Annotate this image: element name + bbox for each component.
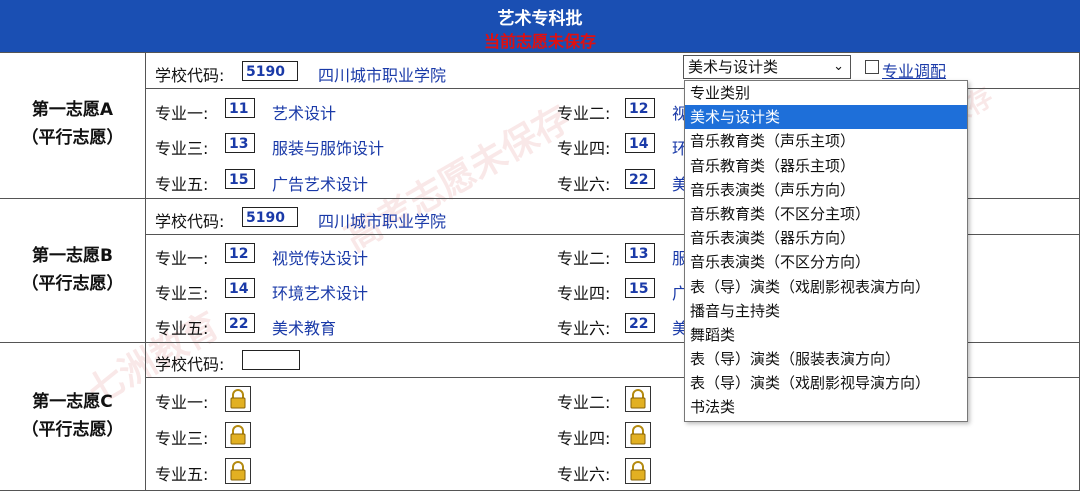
lock-icon (225, 422, 251, 448)
major-code-input[interactable]: 12 (225, 243, 255, 263)
watermark-text: 高考志愿未保存 (338, 98, 578, 260)
dropdown-option[interactable]: 表（导）演类（戏剧影视表演方向） (685, 275, 967, 299)
major-label: 专业二: (557, 393, 611, 412)
lock-icon (625, 386, 651, 412)
group-name: 第一志愿C (32, 392, 113, 412)
major-code-input[interactable]: 11 (225, 98, 255, 118)
major-label: 专业一: (155, 104, 209, 123)
major-label: 专业二: (557, 104, 611, 123)
major-name: 服装与服饰设计 (272, 139, 385, 158)
group-name: 第一志愿B (32, 246, 113, 266)
group-b-label: 第一志愿B （平行志愿） (0, 242, 145, 298)
column-divider (145, 52, 146, 490)
school-code-input[interactable] (242, 350, 300, 370)
school-code-label: 学校代码: (155, 355, 225, 374)
major-label: 专业五: (155, 175, 209, 194)
group-name: 第一志愿A (31, 100, 114, 120)
table-border-top (0, 52, 1080, 53)
lock-icon (225, 386, 251, 412)
school-code-input[interactable]: 5190 (242, 207, 298, 227)
major-code-input[interactable]: 15 (625, 278, 655, 298)
table-border-bottom (0, 490, 1080, 491)
category-dropdown-list: 专业类别 美术与设计类 音乐教育类（声乐主项） 音乐教育类（器乐主项） 音乐表演… (684, 80, 968, 422)
major-label: 专业四: (557, 139, 611, 158)
dropdown-option[interactable]: 表（导）演类（服装表演方向） (685, 347, 967, 371)
batch-title: 艺术专科批 (497, 9, 583, 29)
major-code-input[interactable]: 22 (625, 313, 655, 333)
dropdown-option[interactable]: 音乐表演类（声乐方向） (685, 178, 967, 202)
major-label: 专业六: (557, 175, 611, 194)
major-label: 专业五: (155, 319, 209, 338)
dropdown-option[interactable]: 专业类别 (685, 81, 967, 105)
lock-icon (225, 458, 251, 484)
major-name: 艺术设计 (272, 104, 337, 123)
major-label: 专业一: (155, 393, 209, 412)
major-label: 专业六: (557, 465, 611, 484)
major-label: 专业一: (155, 249, 209, 268)
dropdown-option[interactable]: 音乐教育类（不区分主项） (685, 202, 967, 226)
category-select[interactable]: 美术与设计类 ⌄ (683, 55, 851, 79)
lock-icon (625, 458, 651, 484)
chevron-down-icon: ⌄ (833, 59, 844, 74)
batch-header: 艺术专科批 当前志愿未保存 (0, 0, 1080, 52)
major-name: 视觉传达设计 (272, 249, 369, 268)
school-code-input[interactable]: 5190 (242, 61, 298, 81)
major-code-input[interactable]: 13 (625, 243, 655, 263)
dropdown-option[interactable]: 音乐表演类（不区分方向） (685, 250, 967, 274)
major-code-input[interactable]: 13 (225, 133, 255, 153)
dropdown-option[interactable]: 播音与主持类 (685, 299, 967, 323)
major-code-input[interactable]: 12 (625, 98, 655, 118)
school-code-label: 学校代码: (155, 66, 225, 85)
dropdown-option[interactable]: 音乐教育类（声乐主项） (685, 129, 967, 153)
dropdown-option-selected[interactable]: 美术与设计类 (685, 105, 967, 130)
dropdown-option[interactable]: 音乐表演类（器乐方向） (685, 226, 967, 250)
major-label: 专业四: (557, 429, 611, 448)
major-code-input[interactable]: 15 (225, 169, 255, 189)
major-label: 专业二: (557, 249, 611, 268)
school-name: 四川城市职业学院 (318, 66, 447, 85)
group-type: （平行志愿） (21, 128, 124, 148)
dropdown-option[interactable]: 舞蹈类 (685, 323, 967, 347)
major-code-input[interactable]: 22 (625, 169, 655, 189)
dropdown-option[interactable]: 表（导）演类（戏剧影视导演方向） (685, 371, 967, 395)
major-code-input[interactable]: 22 (225, 313, 255, 333)
save-status: 当前志愿未保存 (483, 32, 596, 51)
category-select-value: 美术与设计类 (688, 58, 779, 76)
major-label: 专业六: (557, 319, 611, 338)
group-type: （平行志愿） (21, 420, 124, 440)
school-code-label: 学校代码: (155, 212, 225, 231)
major-name: 美术教育 (272, 319, 337, 338)
major-label: 专业四: (557, 284, 611, 303)
major-adjust-checkbox[interactable] (865, 60, 879, 74)
major-label: 专业三: (155, 139, 209, 158)
major-name: 环境艺术设计 (272, 284, 369, 303)
group-c-label: 第一志愿C （平行志愿） (0, 388, 145, 444)
group-type: （平行志愿） (21, 274, 124, 294)
group-a-label: 第一志愿A （平行志愿） (0, 96, 145, 152)
lock-icon (625, 422, 651, 448)
major-label: 专业五: (155, 465, 209, 484)
dropdown-option[interactable]: 音乐教育类（器乐主项） (685, 154, 967, 178)
school-name: 四川城市职业学院 (318, 212, 447, 231)
major-label: 专业三: (155, 284, 209, 303)
major-adjust-label[interactable]: 专业调配 (882, 58, 946, 82)
major-label: 专业三: (155, 429, 209, 448)
dropdown-option[interactable]: 书法类 (685, 395, 967, 419)
major-code-input[interactable]: 14 (225, 278, 255, 298)
major-code-input[interactable]: 14 (625, 133, 655, 153)
major-name: 广告艺术设计 (272, 175, 369, 194)
